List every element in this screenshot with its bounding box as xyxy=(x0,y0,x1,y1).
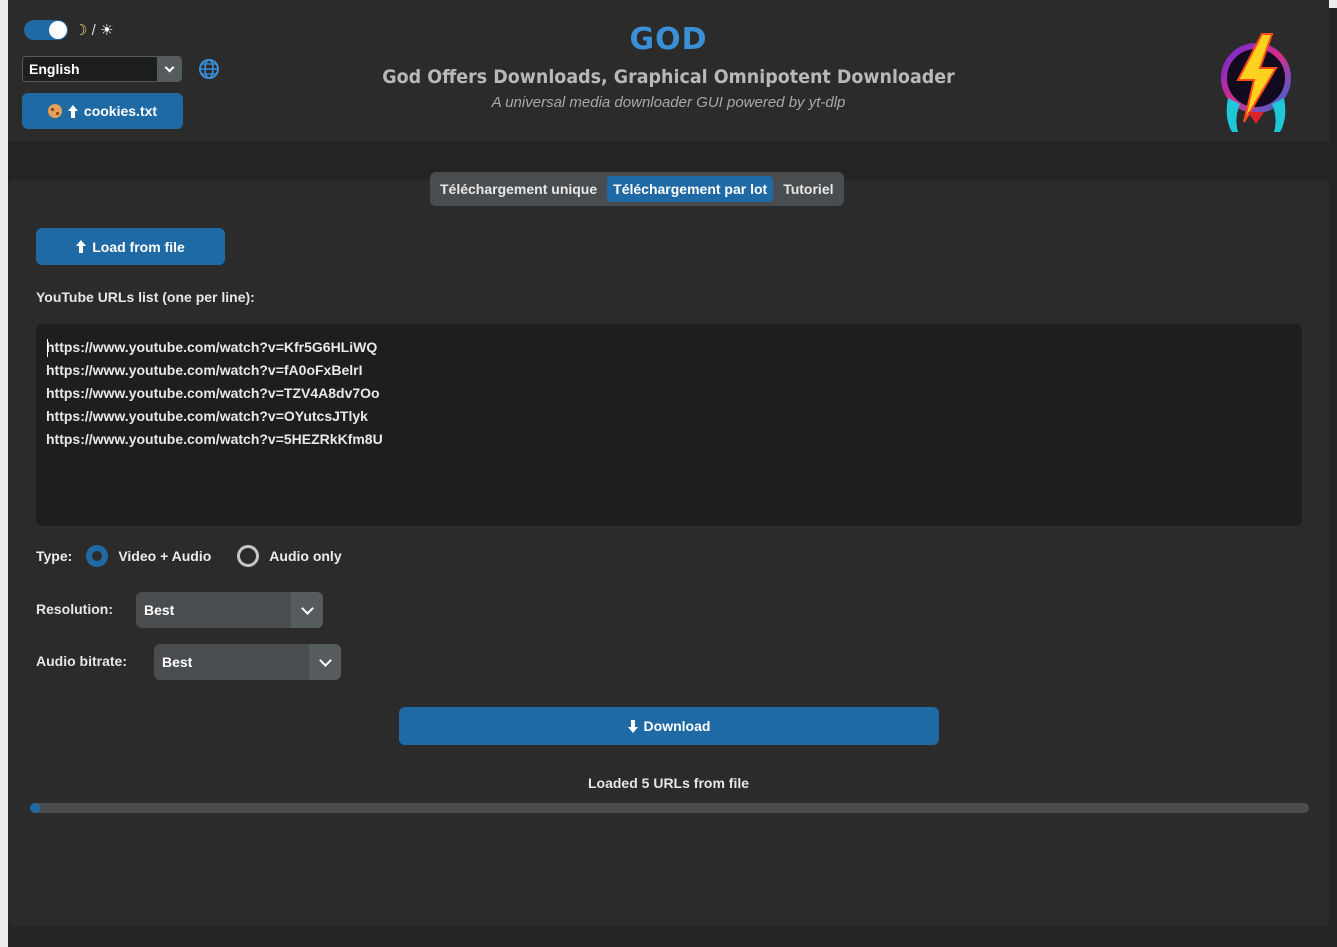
download-button[interactable]: Download xyxy=(399,707,939,745)
download-button-label: Download xyxy=(643,718,711,734)
download-arrow-icon xyxy=(627,719,638,733)
radio-video-audio-label[interactable]: Video + Audio xyxy=(118,548,211,564)
resolution-value: Best xyxy=(144,602,175,618)
url-line: https://www.youtube.com/watch?v=5HEZRkKf… xyxy=(46,431,383,447)
chevron-down-icon[interactable] xyxy=(309,644,341,680)
status-text: Loaded 5 URLs from file xyxy=(587,775,750,791)
chevron-down-icon[interactable] xyxy=(291,592,323,628)
radio-video-audio[interactable] xyxy=(86,545,109,567)
radio-audio-only[interactable] xyxy=(237,545,260,567)
tab-bar: Téléchargement unique Téléchargement par… xyxy=(430,172,844,206)
title-block: GOD God Offers Downloads, Graphical Omni… xyxy=(0,22,1337,112)
type-label: Type: xyxy=(36,548,73,564)
audio-bitrate-label: Audio bitrate: xyxy=(36,653,127,669)
url-line: https://www.youtube.com/watch?v=fA0oFxBe… xyxy=(46,362,363,378)
text-caret xyxy=(47,339,48,357)
type-row: Type: Video + Audio Audio only xyxy=(36,545,368,567)
app-tagline: A universal media downloader GUI powered… xyxy=(491,94,846,111)
tab-batch-download[interactable]: Téléchargement par lot xyxy=(607,176,774,202)
app-subtitle: God Offers Downloads, Graphical Omnipote… xyxy=(382,66,955,88)
progress-bar xyxy=(30,803,1309,813)
resolution-label: Resolution: xyxy=(36,601,113,617)
resolution-select[interactable]: Best xyxy=(136,592,323,628)
tab-tutorial[interactable]: Tutoriel xyxy=(777,176,839,202)
upload-arrow-icon xyxy=(76,240,87,253)
load-from-file-button[interactable]: Load from file xyxy=(36,228,225,265)
tab-single-download[interactable]: Téléchargement unique xyxy=(434,176,603,202)
url-line: https://www.youtube.com/watch?v=OYutcsJT… xyxy=(46,408,368,424)
url-line: https://www.youtube.com/watch?v=Kfr5G6HL… xyxy=(46,339,378,355)
audio-bitrate-select[interactable]: Best xyxy=(154,644,341,680)
load-button-label: Load from file xyxy=(92,238,185,255)
app-title: GOD xyxy=(629,22,708,57)
url-list-textarea[interactable]: https://www.youtube.com/watch?v=Kfr5G6HL… xyxy=(36,324,1302,526)
radio-audio-only-label[interactable]: Audio only xyxy=(269,548,341,564)
url-list-label: YouTube URLs list (one per line): xyxy=(36,289,255,305)
audio-bitrate-value: Best xyxy=(162,654,193,670)
god-logo xyxy=(1221,33,1291,132)
progress-fill xyxy=(30,803,41,813)
url-line: https://www.youtube.com/watch?v=TZV4A8dv… xyxy=(46,385,380,401)
